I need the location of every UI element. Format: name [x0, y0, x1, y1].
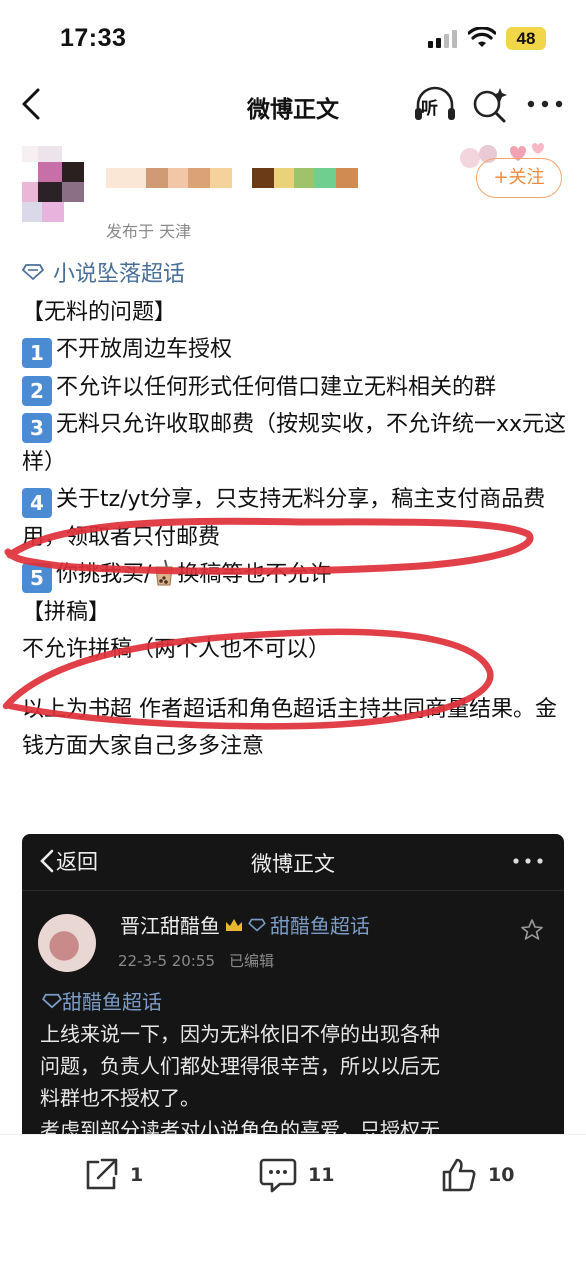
- post-location: 发布于 天津: [106, 222, 192, 241]
- status-time: 17:33: [60, 24, 127, 52]
- embed-body-line: 考虑到部分读者对小说角色的喜爱，只授权无: [40, 1118, 440, 1134]
- like-count: 10: [488, 1164, 515, 1186]
- star-icon: [521, 919, 543, 940]
- section-title: 【无料的问题】: [22, 299, 177, 325]
- listen-label: 听: [421, 99, 438, 119]
- comment-icon: [259, 1158, 297, 1193]
- rule-item-2: 2 不允许以任何形式任何借口建立无料相关的群: [22, 369, 570, 407]
- cellular-signal-icon: [428, 30, 460, 48]
- embed-topic-label: 甜醋鱼超话: [62, 990, 162, 1014]
- thumbs-up-icon: [442, 1158, 476, 1192]
- bottom-action-bar: 1 11 10: [0, 1134, 586, 1266]
- embed-timestamp: 22-3-5 20:55 已编辑: [118, 950, 274, 971]
- top-nav-bar: 微博正文 听: [0, 74, 586, 136]
- crown-icon: [226, 918, 242, 931]
- ai-search-icon[interactable]: [470, 84, 510, 126]
- rule-item-1: 1 不开放周边车授权: [22, 331, 570, 369]
- share-button[interactable]: 1: [82, 1153, 143, 1197]
- follow-button[interactable]: +关注: [476, 158, 562, 198]
- embed-title: 微博正文: [251, 852, 335, 876]
- wifi-icon: [468, 27, 496, 47]
- rule-text-before: 你挑我买/: [56, 562, 152, 587]
- rule-text-after: 换稿等也不允许: [177, 562, 332, 587]
- chaohua-diamond-icon: [22, 264, 44, 280]
- topic-label: 小说坠落超话: [53, 262, 186, 287]
- number-badge-1: 1: [22, 338, 52, 368]
- number-badge-4: 4: [22, 488, 52, 518]
- topic-link[interactable]: 小说坠落超话: [22, 256, 570, 294]
- like-button[interactable]: 10: [440, 1153, 514, 1197]
- embed-more-icon: [513, 858, 543, 864]
- embed-body: 上线来说一下，因为无料依旧不停的出现各种 问题，负责人们都处理得很辛苦，所以以后…: [40, 1018, 552, 1134]
- embedded-screenshot[interactable]: 返回 微博正文 晋江甜醋鱼 甜醋鱼超话 22-3-5 20:55 已编辑 甜醋鱼超…: [22, 834, 564, 1134]
- section-title: 【拼稿】: [22, 599, 111, 625]
- share-icon: [86, 1158, 118, 1190]
- number-badge-5: 5: [22, 563, 52, 593]
- embed-username: 晋江甜醋鱼: [120, 914, 220, 938]
- number-badge-3: 3: [22, 413, 52, 443]
- embed-date: 22-3-5 20:55: [118, 952, 215, 970]
- chaohua-diamond-icon: [42, 993, 62, 1008]
- chaohua-diamond-icon: [248, 918, 266, 931]
- embed-user-chaohua: 甜醋鱼超话: [270, 914, 370, 938]
- comment-count: 11: [308, 1164, 335, 1186]
- avatar[interactable]: [22, 146, 86, 224]
- rule-text: 关于tz/yt分享，只支持无料分享，稿主支付商品费用，领取者只付邮费: [22, 487, 546, 550]
- rule-text: 不开放周边车授权: [56, 337, 233, 362]
- share-count: 1: [130, 1164, 144, 1186]
- closing-paragraph: 以上为书超 作者超话和角色超话主持共同商量结果。金钱方面大家自己多多注意: [22, 696, 557, 759]
- rule-text: 无料只允许收取邮费（按规实收，不允许统一xx元这样）: [22, 412, 567, 475]
- post-author-header: 发布于 天津 +关注: [0, 140, 586, 241]
- embed-user-line: 晋江甜醋鱼 甜醋鱼超话: [120, 910, 370, 939]
- embed-nav-bar: 返回 微博正文: [22, 834, 564, 890]
- rule-item-3: 3 无料只允许收取邮费（按规实收，不允许统一xx元这样）: [22, 406, 570, 481]
- embed-avatar: [38, 914, 96, 972]
- embed-topic: 甜醋鱼超话: [42, 986, 162, 1015]
- more-options-icon[interactable]: [524, 92, 566, 116]
- section-text: 不允许拼稿（两个人也不可以）: [22, 637, 331, 662]
- embed-body-line: 料群也不授权了。: [40, 1086, 200, 1110]
- embed-divider: [22, 890, 564, 891]
- rule-item-5: 5 你挑我买/ 换稿等也不允许: [22, 556, 570, 594]
- embed-body-line: 上线来说一下，因为无料依旧不停的出现各种: [40, 1022, 440, 1046]
- embed-edited-label: 已编辑: [229, 952, 275, 970]
- rule-item-4: 4 关于tz/yt分享，只支持无料分享，稿主支付商品费用，领取者只付邮费: [22, 481, 570, 556]
- listen-button[interactable]: 听: [412, 82, 458, 128]
- status-bar: 17:33 48: [0, 0, 586, 74]
- bubble-tea-icon: [155, 559, 173, 586]
- comment-button[interactable]: 11: [258, 1153, 334, 1197]
- post-body: 小说坠落超话 【无料的问题】 1 不开放周边车授权 2 不允许以任何形式任何借口建立…: [22, 256, 570, 765]
- rule-text: 不允许以任何形式任何借口建立无料相关的群: [56, 374, 497, 400]
- battery-indicator: 48: [506, 27, 546, 50]
- embed-body-line: 问题，负责人们都处理得很辛苦，所以以后无: [40, 1054, 440, 1078]
- number-badge-2: 2: [22, 375, 52, 406]
